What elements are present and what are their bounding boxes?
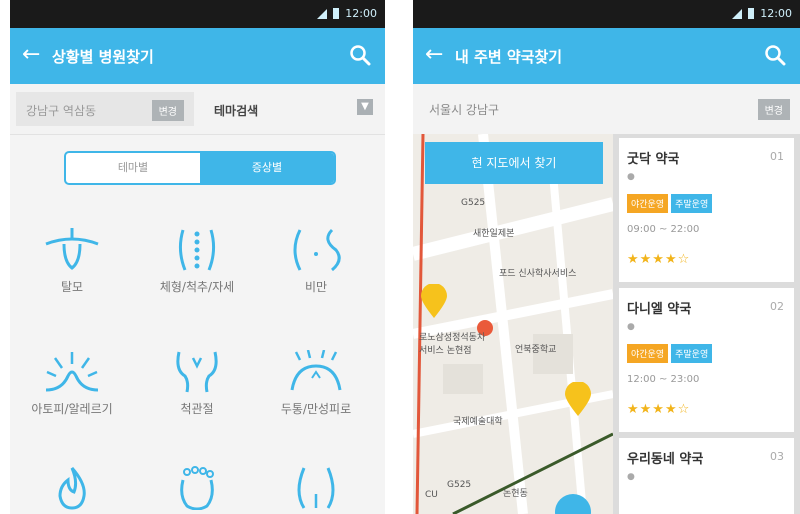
battery-icon — [748, 8, 755, 19]
category-headache[interactable]: 두통/만성피로 — [256, 350, 376, 417]
pharmacy-list: 굿닥 약국 01 ● 야간운영 주말운영 09:00 ~ 22:00 ★★★★☆… — [613, 134, 800, 514]
back-arrow-icon[interactable]: ← — [425, 43, 443, 67]
status-bar: 12:00 — [10, 0, 385, 28]
map-view[interactable]: 현 지도에서 찾기 G525 새한일제본 포드 신사학사서비스 로노삼성정석동차… — [413, 134, 613, 514]
category-atopy[interactable]: 아토피/알레르기 — [12, 350, 132, 417]
category-joint[interactable]: 척관절 — [137, 350, 257, 417]
pharmacy-name: 굿닥 약국 — [627, 152, 680, 167]
spine-icon — [178, 229, 216, 271]
map-label: CU — [425, 490, 438, 500]
night-badge: 야간운영 — [627, 344, 669, 363]
map-label: 논현동 — [503, 489, 528, 499]
pharmacy-number: 03 — [770, 450, 784, 463]
category-hair-loss[interactable]: 탈모 — [12, 228, 132, 295]
tab-theme[interactable]: 테마별 — [66, 153, 200, 183]
search-icon[interactable] — [764, 44, 786, 66]
app-bar: ← 상황별 병원찾기 — [10, 28, 385, 84]
location-pin-icon: ● — [627, 472, 635, 482]
map-label: 언북중학교 — [515, 345, 557, 355]
location-pin-icon: ● — [627, 322, 635, 332]
category-obesity[interactable]: 비만 — [256, 228, 376, 295]
category-burn[interactable] — [12, 466, 132, 510]
foot-icon — [180, 466, 214, 510]
search-icon[interactable] — [349, 44, 371, 66]
location-change-button[interactable]: 변경 — [151, 100, 184, 121]
skin-irritation-icon — [45, 352, 99, 392]
location-box[interactable]: 강남구 역삼동 변경 — [16, 92, 194, 126]
category-label: 아토피/알레르기 — [31, 402, 113, 416]
app-bar: ← 내 주변 약국찾기 — [413, 28, 800, 84]
map-label: G525 — [447, 480, 472, 490]
pharmacy-card[interactable]: 다니엘 약국 02 ● 야간운영 주말운영 12:00 ~ 23:00 ★★★★… — [619, 288, 794, 432]
address-row: 서울시 강남구 변경 — [413, 84, 800, 135]
category-posture[interactable]: 체형/척추/자세 — [137, 228, 257, 295]
night-badge: 야간운영 — [627, 194, 669, 213]
map-label: 포드 신사학사서비스 — [499, 269, 577, 279]
category-label: 체형/척추/자세 — [159, 280, 235, 294]
phone-screen-hospital-search: 12:00 ← 상황별 병원찾기 강남구 역삼동 변경 테마검색 ▼ 테마별 증… — [10, 0, 385, 514]
tab-symptom[interactable]: 증상별 — [200, 153, 334, 183]
belly-icon — [293, 228, 341, 272]
category-body[interactable] — [256, 466, 376, 510]
address-change-button[interactable]: 변경 — [757, 99, 790, 120]
page-title: 내 주변 약국찾기 — [455, 48, 563, 66]
status-time: 12:00 — [345, 7, 377, 20]
map-label: G525 — [461, 198, 486, 208]
weekend-badge: 주말운영 — [671, 194, 713, 213]
category-label: 척관절 — [180, 402, 214, 416]
weekend-badge: 주말운영 — [671, 344, 713, 363]
phone-screen-pharmacy-search: 12:00 ← 내 주변 약국찾기 서울시 강남구 변경 현 지도에서 찾기 G — [413, 0, 800, 514]
segment-control: 테마별 증상별 — [64, 151, 336, 185]
category-label: 비만 — [304, 280, 328, 294]
pharmacy-card[interactable]: 굿닥 약국 01 ● 야간운영 주말운영 09:00 ~ 22:00 ★★★★☆ — [619, 138, 794, 282]
pharmacy-card[interactable]: 우리동네 약국 03 ● — [619, 438, 794, 514]
joint-icon — [176, 351, 218, 393]
opening-hours: 09:00 ~ 22:00 — [627, 224, 700, 235]
flame-icon — [58, 467, 86, 510]
battery-icon — [333, 8, 340, 19]
page-title: 상황별 병원찾기 — [52, 48, 154, 66]
my-location-button[interactable] — [555, 490, 591, 514]
search-this-area-button[interactable]: 현 지도에서 찾기 — [425, 142, 603, 184]
category-foot[interactable] — [137, 466, 257, 510]
wifi-signal-icon — [317, 8, 328, 19]
map-roads — [413, 134, 613, 514]
pharmacy-name: 다니엘 약국 — [627, 302, 692, 317]
chevron-down-icon[interactable]: ▼ — [357, 99, 373, 115]
rating-stars: ★★★★☆ — [627, 402, 691, 417]
pharmacy-number: 01 — [770, 150, 784, 163]
rating-stars: ★★★★☆ — [627, 252, 691, 267]
headache-icon — [290, 350, 342, 391]
address-text: 서울시 강남구 — [429, 103, 500, 117]
location-text: 강남구 역삼동 — [26, 104, 97, 118]
status-time: 12:00 — [760, 7, 792, 20]
wifi-signal-icon — [732, 8, 743, 19]
pharmacy-name: 우리동네 약국 — [627, 452, 704, 467]
theme-search-label[interactable]: 테마검색 — [214, 102, 258, 119]
map-label: 국제예술대학 — [453, 417, 503, 427]
pharmacy-number: 02 — [770, 300, 784, 313]
status-bar: 12:00 — [413, 0, 800, 28]
back-arrow-icon[interactable]: ← — [22, 43, 40, 67]
map-label: 새한일제본 — [473, 229, 515, 239]
location-pin-icon: ● — [627, 172, 635, 182]
category-label: 두통/만성피로 — [280, 402, 352, 416]
map-pin-icon[interactable] — [565, 382, 591, 416]
category-label: 탈모 — [60, 280, 84, 294]
hip-icon — [297, 467, 335, 509]
map-pin-icon[interactable] — [421, 284, 447, 318]
opening-hours: 12:00 ~ 23:00 — [627, 374, 700, 385]
filter-row: 강남구 역삼동 변경 테마검색 ▼ — [10, 84, 385, 135]
map-label: 로노삼성정석동차 서비스 논현점 — [419, 333, 486, 356]
hair-follicle-icon — [45, 228, 99, 270]
